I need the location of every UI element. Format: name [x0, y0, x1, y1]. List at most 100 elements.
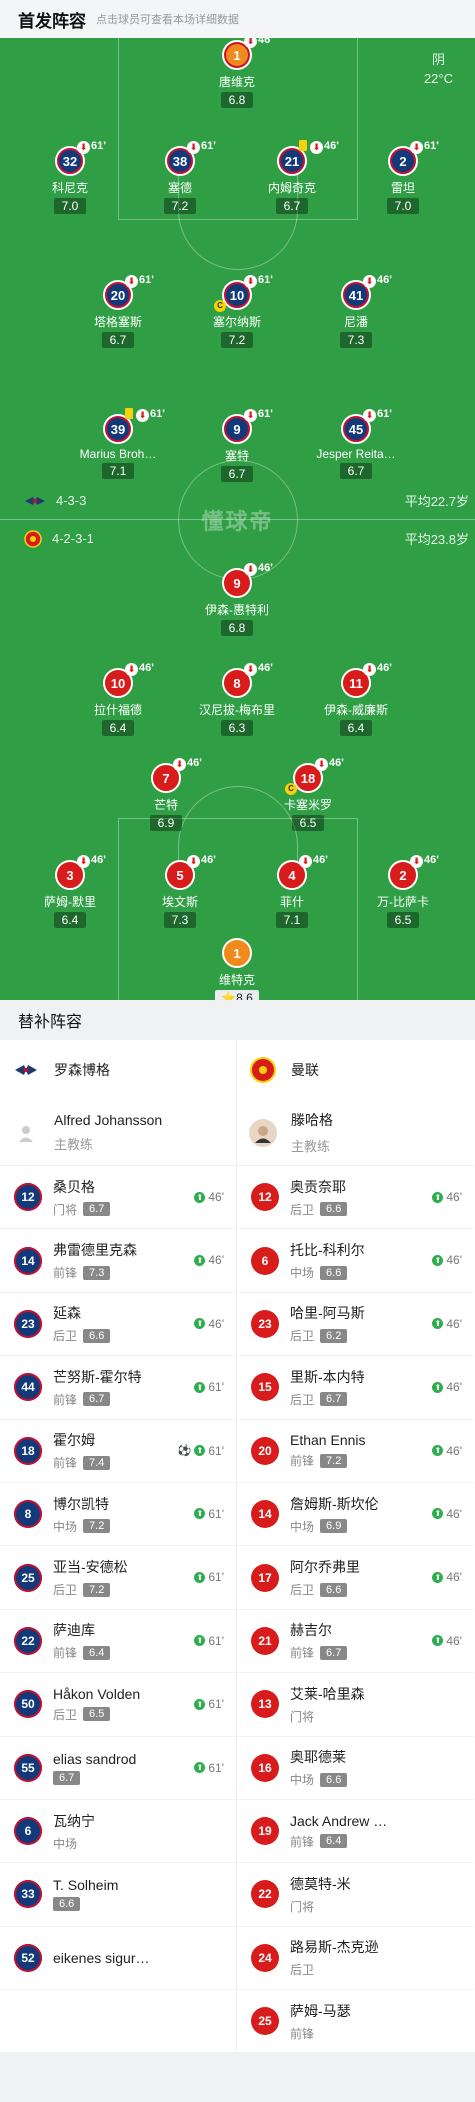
sub-player-number: 25	[14, 1563, 42, 1592]
sub-player-name: elias sandrod	[53, 1750, 137, 1767]
sub-player-row[interactable]: 8 博尔凯特 中场 7.2 ⬆ 61'	[0, 1483, 236, 1547]
sub-player-number: 23	[251, 1309, 279, 1338]
home-player[interactable]: 4 ⬇ 46' 菲什 7.1	[237, 854, 347, 929]
sub-player-row[interactable]: 24 路易斯-杰克逊 后卫	[237, 1927, 474, 1991]
player-number-badge: 38 ⬇ 61'	[165, 140, 216, 176]
sub-player-row[interactable]: 22 德莫特-米 门将	[237, 1863, 474, 1927]
home-player[interactable]: 1 维特克 ⭐8.6	[182, 938, 292, 1000]
sub-in-minute: 46'	[208, 1316, 224, 1331]
home-player[interactable]: 11 ⬇ 46' 伊森-威廉斯 6.4	[301, 662, 411, 737]
sub-player-row[interactable]: 22 萨迪库 前锋 6.4 ⬆ 61'	[0, 1610, 236, 1674]
sub-player-position: 门将	[53, 1202, 78, 1217]
away-player[interactable]: 20 ⬇ 61' 塔格塞斯 6.7	[63, 274, 173, 349]
player-number: 2	[399, 867, 407, 883]
away-player[interactable]: 38 ⬇ 61' 塞德 7.2	[125, 140, 235, 215]
sub-player-name: 路易斯-杰克逊	[290, 1939, 379, 1956]
substituted-in-icon: ⬆	[194, 1445, 206, 1457]
sub-player-row[interactable]: 18 霍尔姆 前锋 7.4 ⚽ ⬆ 61'	[0, 1420, 236, 1483]
player-name: 菲什	[279, 895, 304, 909]
home-player[interactable]: 5 ⬇ 46' 埃文斯 7.3	[125, 854, 235, 929]
substituted-out-icon: ⬇	[244, 409, 257, 422]
sub-player-row[interactable]: 50 Håkon Volden 后卫 6.5 ⬆ 61'	[0, 1673, 236, 1737]
weather-temperature: 22°C	[423, 71, 453, 86]
away-avg-age: 平均22.7岁	[404, 494, 469, 509]
away-team-info: 4-3-3 平均22.7岁	[24, 491, 469, 510]
sub-player-name: Ethan Ennis	[290, 1432, 366, 1449]
sub-in-minute: 61'	[208, 1697, 224, 1712]
home-player[interactable]: 3 ⬇ 46' 萨姆-默里 6.4	[15, 854, 125, 929]
sub-player-row[interactable]: 12 奥贡奈耶 后卫 6.6 ⬆ 46'	[237, 1166, 474, 1230]
sub-player-row[interactable]: 25 亚当-安德松 后卫 7.2 ⬆ 61'	[0, 1546, 236, 1610]
sub-player-row[interactable]: 19 Jack Andrew … 前锋 6.4	[237, 1800, 474, 1864]
sub-player-name: 艾莱-哈里森	[290, 1685, 365, 1702]
sub-player-row[interactable]: 14 弗雷德里克森 前锋 7.3 ⬆ 46'	[0, 1229, 236, 1293]
left-coach[interactable]: Alfred Johansson 主教练	[0, 1100, 236, 1166]
man-utd-logo-icon	[24, 529, 42, 548]
sub-player-rating: 6.2	[320, 1328, 348, 1343]
home-player[interactable]: 8 ⬇ 46' 汉尼拔-梅布里 6.3	[182, 662, 292, 737]
away-player[interactable]: 2 ⬇ 61' 雷坦 7.0	[348, 140, 458, 215]
sub-in-minute: 61'	[208, 1443, 224, 1458]
sub-player-name: 阿尔乔弗里	[290, 1559, 360, 1576]
right-team-header[interactable]: 曼联	[237, 1040, 474, 1100]
sub-player-rating: 6.6	[320, 1582, 348, 1597]
sub-in-minute: 46'	[446, 1633, 462, 1648]
sub-player-row[interactable]: 16 奥耶德莱 中场 6.6	[237, 1737, 474, 1800]
sub-player-row[interactable]: 33 T. Solheim 6.6	[0, 1863, 236, 1927]
sub-in-indicator: ⬆ 61'	[194, 1634, 224, 1648]
away-player[interactable]: 9 ⬇ 61' 塞特 6.7	[182, 408, 292, 483]
sub-player-row[interactable]: 17 阿尔乔弗里 后卫 6.6 ⬆ 46'	[237, 1546, 474, 1610]
right-coach[interactable]: 滕哈格 主教练	[237, 1100, 474, 1166]
sub-player-row[interactable]: 6 瓦纳宁 中场	[0, 1800, 236, 1864]
sub-player-position: 后卫	[290, 1583, 315, 1598]
sub-player-name: 瓦纳宁	[53, 1812, 95, 1829]
sub-player-name: 博尔凯特	[53, 1495, 109, 1512]
sub-in-minute: 46'	[446, 1190, 462, 1204]
sub-player-row[interactable]: 13 艾莱-哈里森 门将	[237, 1673, 474, 1737]
home-player[interactable]: 9 ⬇ 46' 伊森-惠特利 6.8	[182, 562, 292, 637]
player-rating: 6.7	[221, 466, 253, 482]
away-player[interactable]: 10 ⬇ 61' C 塞尔纳斯 7.2	[182, 274, 292, 349]
sub-player-number: 52	[14, 1943, 42, 1972]
sub-player-row[interactable]: 12 桑贝格 门将 6.7 ⬆ 46'	[0, 1166, 236, 1230]
home-player[interactable]: 7 ⬇ 46' 芒特 6.9	[111, 757, 221, 832]
away-player[interactable]: 1 ⬇ 46' 唐维克 6.8	[182, 38, 292, 109]
sub-player-number: 23	[14, 1309, 42, 1338]
substituted-out-icon: ⬇	[136, 409, 149, 422]
sub-player-row[interactable]: 20 Ethan Ennis 前锋 7.2 ⬆ 46'	[237, 1420, 474, 1483]
sub-in-indicator: ⬆ 46'	[432, 1634, 462, 1648]
home-player[interactable]: 10 ⬇ 46' 拉什福德 6.4	[63, 662, 173, 737]
sub-player-rating: 6.9	[320, 1519, 348, 1534]
away-player[interactable]: 39 ⬇ 61' Marius Broh… 7.1	[63, 408, 173, 480]
sub-player-row[interactable]: 23 延森 后卫 6.6 ⬆ 46'	[0, 1293, 236, 1357]
sub-player-name: T. Solheim	[53, 1877, 119, 1894]
sub-player-row[interactable]: 52 eikenes sigur…	[0, 1927, 236, 1991]
sub-player-row[interactable]: 23 哈里-阿马斯 后卫 6.2 ⬆ 46'	[237, 1293, 474, 1357]
goal-icon: ⚽	[177, 1445, 192, 1458]
sub-player-name: 奥耶德莱	[290, 1749, 346, 1766]
sub-player-row[interactable]: 15 里斯-本内特 后卫 6.7 ⬆ 46'	[237, 1356, 474, 1420]
away-player[interactable]: 41 ⬇ 46' 尼潘 7.3	[301, 274, 411, 349]
away-player[interactable]: 45 ⬇ 61' Jesper Reita… 6.7	[301, 408, 411, 480]
sub-minute: 61'	[91, 140, 106, 152]
away-player[interactable]: 21 ⬇ 46' 内姆奇克 6.7	[237, 140, 347, 215]
sub-player-row[interactable]: 21 赫吉尔 前锋 6.7 ⬆ 46'	[237, 1610, 474, 1674]
sub-player-row[interactable]: 14 詹姆斯-斯坎伦 中场 6.9 ⬆ 46'	[237, 1483, 474, 1547]
sub-minute: 46'	[187, 757, 202, 769]
sub-player-position: 中场	[290, 1773, 315, 1788]
sub-minute: 61'	[424, 140, 439, 152]
home-player[interactable]: 18 ⬇ 46' C 卡塞米罗 6.5	[253, 757, 363, 832]
sub-player-row[interactable]: 25 萨姆-马瑟 前锋	[237, 1990, 474, 2054]
sub-player-rating: 6.6	[83, 1328, 111, 1343]
sub-player-row[interactable]: 6 托比-科利尔 中场 6.6 ⬆ 46'	[237, 1229, 474, 1293]
sub-player-row[interactable]: 44 芒努斯-霍尔特 前锋 6.7 ⬆ 61'	[0, 1356, 236, 1420]
player-rating: 6.4	[102, 720, 134, 736]
sub-in-indicator: ⬆ 46'	[432, 1570, 462, 1584]
player-rating: 6.4	[54, 912, 86, 928]
left-team-header[interactable]: 罗森博格	[0, 1040, 236, 1100]
away-player[interactable]: 32 ⬇ 61' 科尼克 7.0	[15, 140, 125, 215]
sub-player-row[interactable]: 55 elias sandrod 6.7 ⬆ 61'	[0, 1737, 236, 1800]
sub-player-position: 后卫	[290, 1963, 315, 1978]
sub-in-indicator: ⬆ 46'	[432, 1444, 462, 1458]
home-player[interactable]: 2 ⬇ 46' 万-比萨卡 6.5	[348, 854, 458, 929]
